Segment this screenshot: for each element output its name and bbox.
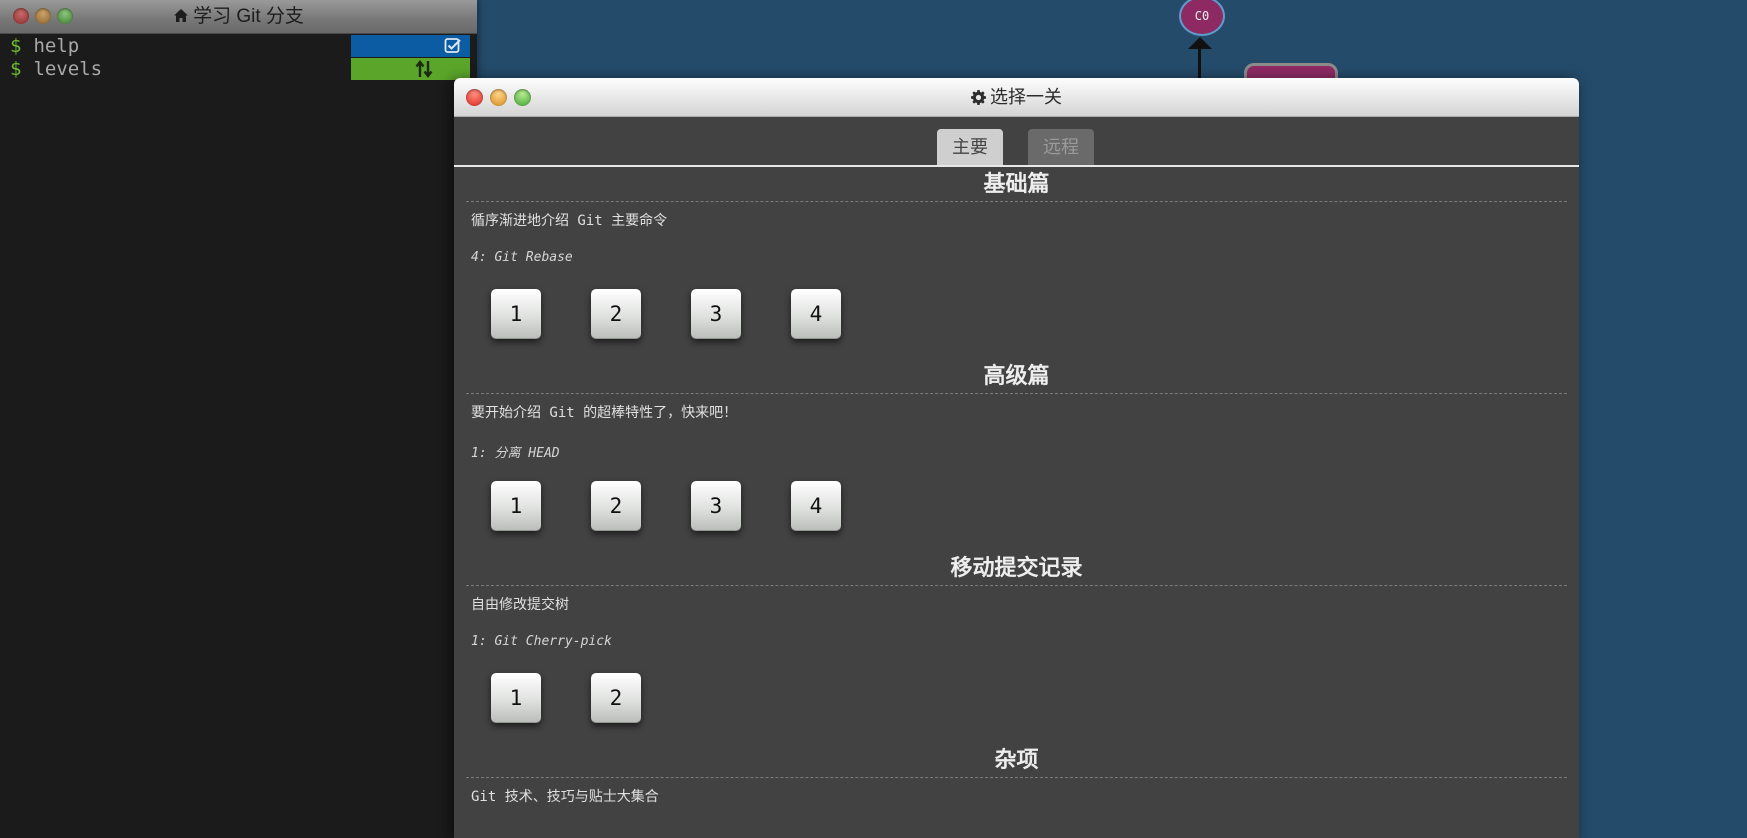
level-sequences: 基础篇 循序渐进地介绍 Git 主要命令 4: Git Rebase 1 2 3… bbox=[454, 167, 1579, 812]
level-button[interactable]: 1 bbox=[491, 481, 541, 531]
level-button[interactable]: 2 bbox=[591, 673, 641, 723]
section-description: 循序渐进地介绍 Git 主要命令 bbox=[471, 213, 668, 229]
terminal-output: $ help $ levels bbox=[10, 35, 102, 81]
tab-remote[interactable]: 远程 bbox=[1028, 129, 1094, 165]
command-text[interactable]: help bbox=[33, 35, 79, 57]
level-button[interactable]: 4 bbox=[791, 481, 841, 531]
level-tabs: 主要 远程 bbox=[454, 117, 1579, 167]
terminal-line: $ levels bbox=[10, 58, 102, 81]
section-heading: 移动提交记录 bbox=[466, 551, 1567, 586]
terminal-title: 学习 Git 分支 bbox=[0, 0, 477, 33]
gear-icon bbox=[971, 80, 986, 118]
terminal-line: $ help bbox=[10, 35, 102, 58]
section-description: Git 技术、技巧与贴士大集合 bbox=[471, 789, 659, 805]
current-level-label: 1: Git Cherry-pick bbox=[471, 634, 612, 649]
level-button[interactable]: 1 bbox=[491, 673, 541, 723]
modal-title: 选择一关 bbox=[454, 78, 1579, 116]
sequence-basics: 基础篇 循序渐进地介绍 Git 主要命令 4: Git Rebase 1 2 3… bbox=[466, 167, 1567, 359]
level-buttons: 1 2 3 4 bbox=[466, 270, 1567, 359]
commit-edge bbox=[1198, 44, 1201, 80]
current-level-label: 1: 分离 HEAD bbox=[471, 446, 560, 461]
terminal-title-text: 学习 Git 分支 bbox=[193, 6, 304, 27]
levels-command-strip[interactable] bbox=[351, 58, 470, 80]
help-command-strip[interactable] bbox=[351, 35, 470, 57]
sequence-misc: 杂项 Git 技术、技巧与贴士大集合 bbox=[466, 743, 1567, 812]
section-heading: 基础篇 bbox=[466, 167, 1567, 202]
modal-titlebar: 选择一关 bbox=[454, 78, 1579, 117]
commit-node[interactable]: C0 bbox=[1179, 0, 1225, 36]
level-button[interactable]: 2 bbox=[591, 289, 641, 339]
level-button[interactable]: 2 bbox=[591, 481, 641, 531]
prompt-symbol: $ bbox=[10, 58, 22, 80]
level-buttons: 1 2 bbox=[466, 654, 1567, 743]
section-heading: 杂项 bbox=[466, 743, 1567, 778]
command-text[interactable]: levels bbox=[33, 58, 102, 80]
prompt-symbol: $ bbox=[10, 35, 22, 57]
current-level-label: 4: Git Rebase bbox=[471, 250, 573, 265]
level-button[interactable]: 4 bbox=[791, 289, 841, 339]
section-heading: 高级篇 bbox=[466, 359, 1567, 394]
terminal-window: 学习 Git 分支 $ help $ levels bbox=[0, 0, 477, 838]
level-button[interactable]: 3 bbox=[691, 289, 741, 339]
home-icon bbox=[173, 1, 189, 34]
sequence-move-commits: 移动提交记录 自由修改提交树 1: Git Cherry-pick 1 2 bbox=[466, 551, 1567, 743]
sequence-advanced: 高级篇 要开始介绍 Git 的超棒特性了，快来吧！ 1: 分离 HEAD 1 2… bbox=[466, 359, 1567, 551]
level-select-modal: 选择一关 主要 远程 基础篇 循序渐进地介绍 Git 主要命令 4: Git R… bbox=[454, 78, 1579, 838]
section-description: 自由修改提交树 bbox=[471, 597, 569, 613]
commit-edge-arrow bbox=[1188, 37, 1212, 49]
level-button[interactable]: 1 bbox=[491, 289, 541, 339]
level-button[interactable]: 3 bbox=[691, 481, 741, 531]
terminal-titlebar: 学习 Git 分支 bbox=[0, 0, 477, 34]
section-description: 要开始介绍 Git 的超棒特性了，快来吧！ bbox=[471, 405, 738, 421]
tab-main[interactable]: 主要 bbox=[937, 129, 1003, 165]
level-buttons: 1 2 3 4 bbox=[466, 462, 1567, 551]
sort-arrows-icon bbox=[415, 59, 433, 83]
modal-title-text: 选择一关 bbox=[990, 87, 1062, 107]
checkbox-icon bbox=[444, 37, 462, 58]
